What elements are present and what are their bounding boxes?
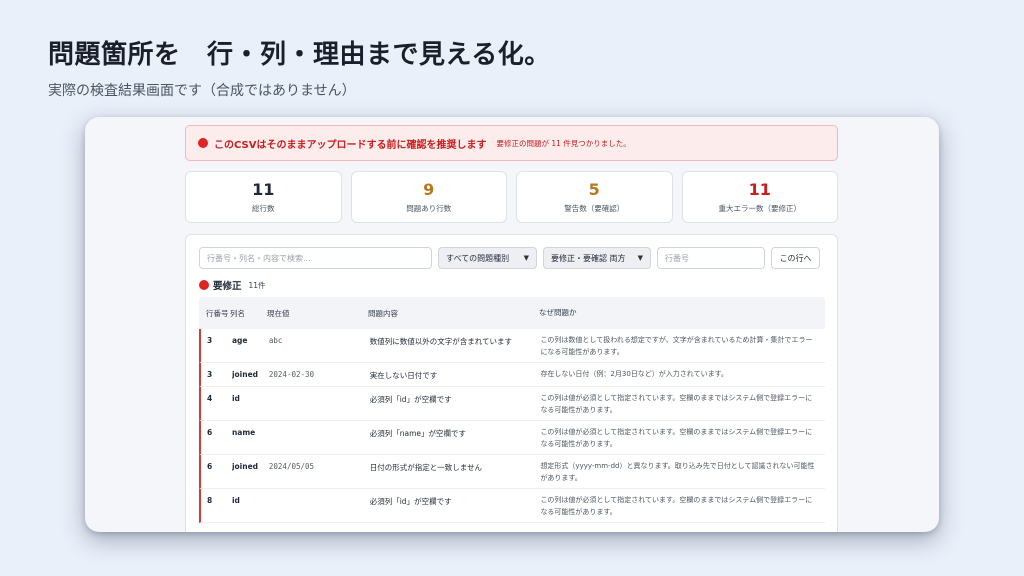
filter-bar: 行番号・列名・内容で検索... すべての問題種別 ▼ 要修正・要確認 両方 ▼ … [199, 247, 820, 269]
table-row[interactable]: 6 joined 2024/05/05 日付の形式が指定と一致しません 想定形式… [199, 455, 825, 489]
cell-column: joined [231, 370, 259, 379]
cell-row-number: 6 [207, 428, 213, 437]
cell-row-number: 3 [207, 336, 213, 345]
cell-row-number: 3 [207, 370, 213, 379]
severity-select-value: 要修正・要確認 両方 [551, 253, 626, 263]
chevron-down-icon: ▼ [637, 254, 643, 262]
slide-subtitle: 実際の検査結果画面です（合成ではありません） [48, 83, 356, 99]
cell-issue: 実在しない日付です [369, 371, 438, 380]
table-row[interactable]: 3 joined 2024-02-30 実在しない日付です 存在しない日付（例：… [199, 363, 825, 387]
stat-card-warnings: 5 警告数（要確認） [516, 171, 673, 223]
stat-label: 総行数 [252, 203, 275, 213]
header-column: 列名 [230, 308, 245, 318]
stat-label: 重大エラー数（要修正） [718, 203, 802, 213]
row-number-input[interactable]: 行番号 [657, 247, 765, 269]
cell-issue: 必須列「id」が空欄です [369, 395, 452, 404]
cell-reason: この列は値が必須として指定されています。空欄のままではシステム側で登録エラーにな… [540, 496, 813, 516]
screenshot-frame: このCSVはそのままアップロードする前に確認を推奨します 要修正の問題が 11 … [85, 117, 939, 532]
cell-reason: この列は数値として扱われる想定ですが、文字が含まれているため計算・集計でエラーに… [540, 336, 813, 356]
stats-cards: 11 総行数 9 問題あり行数 5 警告数（要確認） 11 重大エラー数（要修正… [185, 171, 838, 223]
table-row[interactable]: 4 id 必須列「id」が空欄です この列は値が必須として指定されています。空欄… [199, 387, 825, 421]
cell-column: id [231, 496, 240, 505]
header-reason: なぜ問題か [539, 308, 577, 317]
header-current-value: 現在値 [267, 308, 290, 318]
alert-description: 要修正の問題が 11 件見つかりました。 [496, 138, 631, 148]
stat-card-problem-rows: 9 問題あり行数 [350, 171, 507, 223]
search-input[interactable]: 行番号・列名・内容で検索... [199, 247, 432, 269]
cell-issue: 必須列「name」が空欄です [369, 429, 466, 438]
section-header: 要修正 11件 [199, 278, 266, 292]
header-row-number: 行番号 [206, 308, 229, 318]
stat-value: 5 [588, 179, 600, 199]
stat-card-critical-errors: 11 重大エラー数（要修正） [681, 171, 838, 223]
cell-row-number: 6 [207, 462, 213, 471]
chevron-down-icon: ▼ [523, 254, 529, 262]
cell-reason: 想定形式（yyyy-mm-dd）と異なります。取り込み先で日付として認識されない… [540, 462, 815, 482]
red-circle-icon [199, 280, 209, 290]
goto-row-button[interactable]: この行へ [771, 247, 820, 269]
section-title: 要修正 [213, 281, 242, 292]
warning-alert: このCSVはそのままアップロードする前に確認を推奨します 要修正の問題が 11 … [185, 125, 838, 161]
cell-row-number: 8 [207, 496, 213, 505]
cell-column: name [231, 428, 256, 437]
stat-value: 11 [252, 179, 275, 199]
alert-title: このCSVはそのままアップロードする前に確認を推奨します [214, 139, 487, 151]
cell-reason: 存在しない日付（例：2月30日など）が入力されています。 [540, 370, 728, 378]
cell-column: age [231, 336, 248, 345]
cell-current-value: abc [268, 336, 283, 345]
issue-type-select-value: すべての問題種別 [446, 253, 510, 263]
cell-column: joined [231, 462, 259, 471]
cell-reason: この列は値が必須として指定されています。空欄のままではシステム側で登録エラーにな… [540, 428, 813, 448]
table-row[interactable]: 6 name 必須列「name」が空欄です この列は値が必須として指定されていま… [199, 421, 825, 455]
issues-table: 行番号 列名 現在値 問題内容 なぜ問題か 3 age abc 数値列に数値以外… [199, 297, 825, 523]
stat-label: 警告数（要確認） [564, 203, 625, 213]
stat-value: 9 [423, 179, 435, 199]
cell-row-number: 4 [207, 394, 213, 403]
table-header: 行番号 列名 現在値 問題内容 なぜ問題か [199, 297, 825, 329]
cell-issue: 必須列「id」が空欄です [369, 497, 452, 506]
stat-card-total-rows: 11 総行数 [185, 171, 342, 223]
section-count: 11件 [248, 280, 266, 290]
cell-column: id [231, 394, 240, 403]
cell-issue: 日付の形式が指定と一致しません [369, 463, 482, 472]
cell-current-value [269, 387, 370, 394]
stat-label: 問題あり行数 [406, 203, 452, 213]
red-circle-icon [198, 138, 208, 148]
header-issue: 問題内容 [368, 308, 398, 318]
cell-current-value [269, 421, 370, 428]
cell-current-value [269, 489, 370, 496]
cell-current-value: 2024/05/05 [268, 462, 315, 471]
cell-issue: 数値列に数値以外の文字が含まれています [369, 337, 512, 346]
issue-type-select[interactable]: すべての問題種別 ▼ [438, 247, 537, 269]
table-row[interactable]: 3 age abc 数値列に数値以外の文字が含まれています この列は数値として扱… [199, 329, 825, 363]
slide-title: 問題箇所を 行・列・理由まで見える化。 [48, 40, 551, 70]
stat-value: 11 [748, 179, 771, 199]
issues-panel: 行番号・列名・内容で検索... すべての問題種別 ▼ 要修正・要確認 両方 ▼ … [185, 234, 838, 532]
cell-reason: この列は値が必須として指定されています。空欄のままではシステム側で登録エラーにな… [540, 394, 813, 414]
cell-current-value: 2024-02-30 [268, 370, 315, 379]
severity-select[interactable]: 要修正・要確認 両方 ▼ [543, 247, 651, 269]
table-row[interactable]: 8 id 必須列「id」が空欄です この列は値が必須として指定されています。空欄… [199, 489, 825, 523]
